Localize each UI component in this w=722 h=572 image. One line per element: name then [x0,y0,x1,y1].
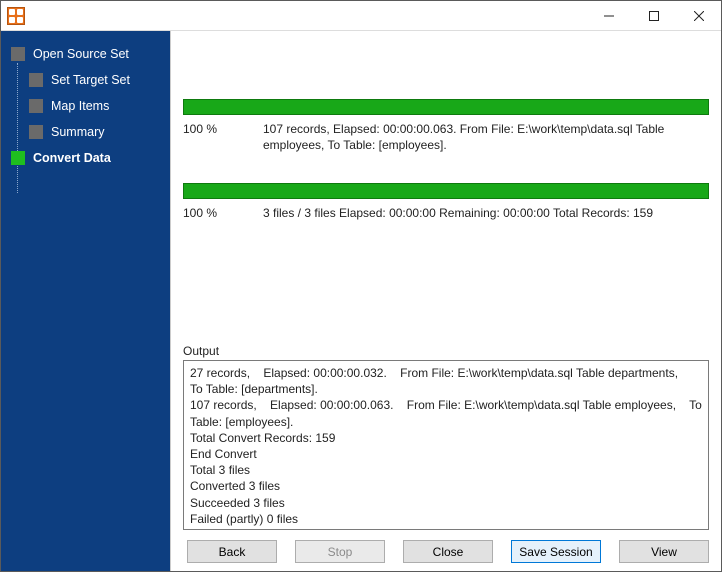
step-label: Convert Data [33,151,111,165]
step-marker-icon [11,151,25,165]
step-map-items[interactable]: Map Items [1,93,170,119]
output-label: Output [183,344,709,358]
view-button[interactable]: View [619,540,709,563]
back-button[interactable]: Back [187,540,277,563]
step-marker-icon [29,125,43,139]
overall-progress-details: 3 files / 3 files Elapsed: 00:00:00 Rema… [263,205,709,221]
app-icon [7,7,25,25]
step-marker-icon [29,99,43,113]
step-label: Open Source Set [33,47,129,61]
step-marker-icon [11,47,25,61]
step-open-source-set[interactable]: Open Source Set [1,41,170,67]
main-panel: 100 % 107 records, Elapsed: 00:00:00.063… [170,31,721,571]
step-label: Map Items [51,99,109,113]
maximize-button[interactable] [631,1,676,31]
overall-progress-info: 100 % 3 files / 3 files Elapsed: 00:00:0… [183,205,709,221]
step-label: Summary [51,125,104,139]
item-progress-info: 100 % 107 records, Elapsed: 00:00:00.063… [183,121,709,153]
overall-progress-bar [183,183,709,199]
step-convert-data[interactable]: Convert Data [1,145,170,171]
item-progress-bar [183,99,709,115]
wizard-sidebar: Open Source Set Set Target Set Map Items… [1,31,170,571]
item-progress-details: 107 records, Elapsed: 00:00:00.063. From… [263,121,709,153]
button-row: Back Stop Close Save Session View [183,530,709,563]
close-window-button[interactable] [676,1,721,31]
step-summary[interactable]: Summary [1,119,170,145]
step-marker-icon [29,73,43,87]
item-progress-percent: 100 % [183,121,263,153]
titlebar [1,1,721,31]
step-set-target-set[interactable]: Set Target Set [1,67,170,93]
stop-button: Stop [295,540,385,563]
close-button[interactable]: Close [403,540,493,563]
overall-progress-percent: 100 % [183,205,263,221]
save-session-button[interactable]: Save Session [511,540,601,563]
step-label: Set Target Set [51,73,130,87]
output-textarea[interactable] [183,360,709,530]
minimize-button[interactable] [586,1,631,31]
